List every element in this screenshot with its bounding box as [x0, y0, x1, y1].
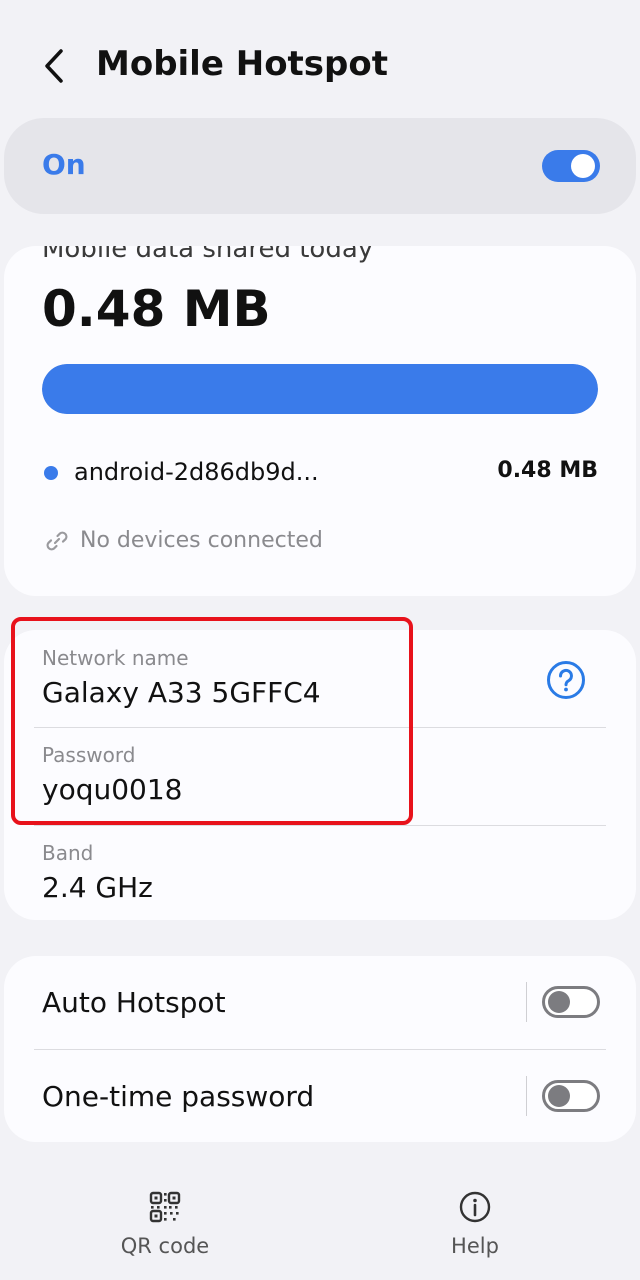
- qr-code-button[interactable]: QR code: [95, 1190, 235, 1270]
- hotspot-options-card: Auto Hotspot One-time password: [4, 956, 636, 1142]
- back-button[interactable]: [34, 44, 76, 88]
- network-name-value: Galaxy A33 5GFFC4: [42, 676, 321, 709]
- usage-total: 0.48 MB: [42, 280, 271, 338]
- master-switch-toggle[interactable]: [542, 150, 600, 182]
- one-time-password-toggle[interactable]: [542, 1080, 600, 1112]
- connection-status-text: No devices connected: [80, 528, 323, 553]
- chevron-left-icon: [45, 49, 63, 83]
- master-switch-label: On: [42, 148, 86, 181]
- header-bar: Mobile Hotspot: [0, 0, 640, 130]
- auto-hotspot-toggle[interactable]: [542, 986, 600, 1018]
- network-config-card: Network name Galaxy A33 5GFFC4 Password …: [4, 630, 636, 920]
- password-value: yoqu0018: [42, 773, 183, 806]
- help-button[interactable]: Help: [405, 1190, 545, 1270]
- link-icon: [46, 531, 68, 551]
- device-usage-value: 0.48 MB: [497, 458, 598, 483]
- divider: [526, 1076, 527, 1116]
- bottom-action-bar: QR code Help: [0, 1180, 640, 1280]
- auto-hotspot-row[interactable]: Auto Hotspot: [4, 956, 636, 1048]
- band-item[interactable]: Band 2.4 GHz: [42, 841, 153, 904]
- band-value: 2.4 GHz: [42, 871, 153, 904]
- device-usage-row: android-2d86db9d... 0.48 MB: [42, 458, 598, 488]
- master-switch-row[interactable]: On: [4, 118, 636, 214]
- band-label: Band: [42, 841, 94, 865]
- qr-code-icon: [149, 1191, 181, 1223]
- one-time-password-label: One-time password: [42, 1080, 315, 1113]
- device-name: android-2d86db9d...: [74, 458, 319, 486]
- password-item[interactable]: Password yoqu0018: [42, 743, 182, 806]
- qr-code-label: QR code: [120, 1234, 210, 1258]
- info-icon: [459, 1191, 491, 1223]
- password-label: Password: [42, 743, 136, 767]
- usage-caption: Mobile data shared today: [42, 246, 374, 264]
- question-circle-icon[interactable]: [546, 660, 586, 700]
- divider: [34, 727, 606, 728]
- device-color-dot: [44, 466, 58, 480]
- usage-progress-fill: [42, 364, 598, 414]
- divider: [526, 982, 527, 1022]
- divider: [34, 825, 606, 826]
- help-label: Help: [451, 1234, 499, 1258]
- usage-progress-bar: [42, 364, 598, 414]
- network-name-item[interactable]: Network name Galaxy A33 5GFFC4: [42, 646, 321, 709]
- one-time-password-row[interactable]: One-time password: [4, 1050, 636, 1142]
- data-usage-card: Mobile data shared today 0.48 MB android…: [4, 246, 636, 596]
- page-title: Mobile Hotspot: [96, 44, 388, 84]
- auto-hotspot-label: Auto Hotspot: [42, 986, 226, 1019]
- network-name-label: Network name: [42, 646, 189, 670]
